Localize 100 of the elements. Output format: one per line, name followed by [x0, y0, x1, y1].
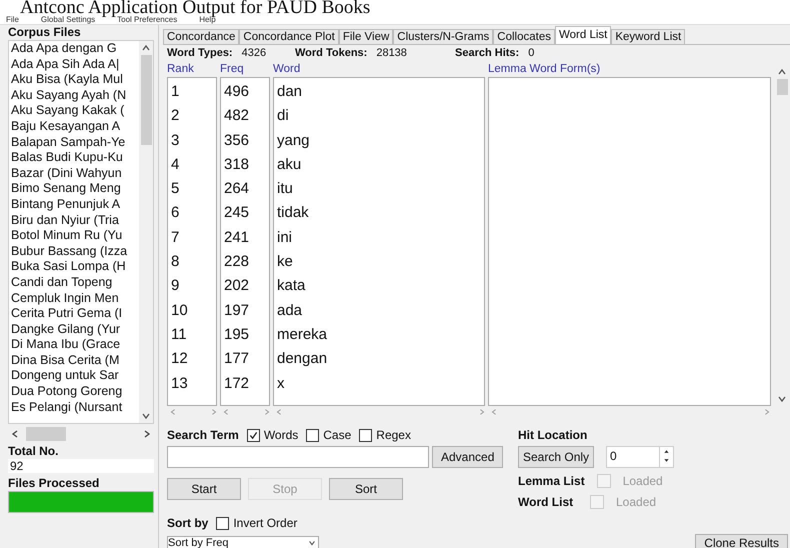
tab[interactable]: Collocates [493, 29, 555, 44]
sort-by-label: Sort by [167, 516, 208, 530]
corpus-entry[interactable]: Bintang Penunjuk A [11, 196, 139, 213]
table-cell-text: 202 [224, 276, 250, 296]
scroll-down-icon[interactable] [141, 411, 151, 421]
checkbox-label: Case [323, 428, 352, 442]
search-field[interactable] [167, 446, 429, 468]
scroll-left-icon[interactable] [10, 429, 20, 439]
scroll-thumb[interactable] [140, 55, 152, 145]
table-cell-text: 228 [224, 252, 250, 272]
tab[interactable]: Clusters/N-Grams [393, 29, 494, 44]
table-cell-text: 245 [224, 203, 250, 224]
corpus-entry[interactable]: Dongeng untuk Sar [11, 368, 139, 384]
stat-value: 4326 [242, 46, 266, 61]
corpus-entry[interactable]: Dua Potong Goreng [11, 384, 139, 400]
list-label: Lemma List [518, 474, 585, 488]
table-cell-text: kata [277, 276, 306, 296]
status-label: Loaded [622, 474, 663, 488]
tab[interactable]: Concordance Plot [239, 29, 339, 44]
menu-item[interactable]: Tool Preferences [117, 16, 178, 24]
table-cell-text: di [277, 106, 290, 126]
increment-icon[interactable] [662, 448, 672, 455]
scroll-up-icon[interactable] [141, 43, 151, 53]
menu-item[interactable]: Help [199, 16, 216, 24]
table-cell-text: mereka [277, 324, 328, 345]
corpus-entry[interactable]: Es Pelangi (Nursant [11, 400, 139, 416]
corpus-entry[interactable]: Cempluk Ingin Men [11, 290, 139, 306]
stat-label: Word Types: [167, 46, 233, 61]
table-cell-text: 3 [171, 130, 180, 151]
table-cell-text: 12 [171, 349, 189, 370]
checkbox-label: Regex [376, 428, 411, 442]
corpus-entry[interactable]: Balas Budi Kupu-Ku [11, 150, 139, 166]
spinner-value: 0 [609, 448, 617, 465]
action-button[interactable]: Start [167, 478, 241, 500]
tab[interactable]: File View [338, 29, 394, 44]
table-cell-text: dengan [277, 349, 328, 370]
corpus-entry[interactable]: Botol Minum Ru (Yu [11, 228, 139, 244]
corpus-entry[interactable]: Aku Bisa (Kayla Mul [11, 72, 139, 88]
table-cell-text: 10 [171, 300, 189, 321]
corpus-entry[interactable]: Di Mana Ibu (Grace [11, 337, 139, 353]
table-cell-text: ini [277, 228, 294, 248]
column-header[interactable]: Freq [220, 61, 270, 77]
table-cell-text: 177 [224, 349, 250, 370]
table-cell-text: 1 [171, 82, 180, 102]
corpus-entry[interactable]: Buka Sasi Lompa (H [11, 259, 139, 275]
table-cell-text: 6 [171, 203, 180, 224]
tab[interactable]: Keyword List [611, 29, 686, 44]
column-header[interactable]: Word [273, 61, 485, 77]
list-label: Word List [518, 495, 574, 509]
decrement-icon[interactable] [662, 457, 672, 464]
corpus-entry[interactable]: Baju Kesayangan A [11, 118, 139, 135]
table-cell-text: x [277, 374, 286, 394]
corpus-entry[interactable]: Bazar (Dini Wahyun [11, 166, 139, 182]
stat-label: Word Tokens: [295, 46, 368, 61]
corpus-entry[interactable]: Aku Sayang Kakak ( [11, 103, 139, 119]
panel-label: Corpus Files [8, 25, 82, 40]
scroll-thumb[interactable] [776, 79, 788, 95]
checkbox[interactable] [359, 428, 372, 442]
menu-item[interactable]: Global Settings [40, 16, 96, 24]
scroll-thumb[interactable] [26, 427, 66, 441]
corpus-entry[interactable]: Cerita Putri Gema (I [11, 306, 139, 322]
corpus-entry[interactable]: Biru dan Nyiur (Tria [11, 212, 139, 228]
column-header[interactable]: Lemma Word Form(s) [488, 61, 771, 77]
table-cell-text: 482 [224, 106, 250, 126]
scroll-right-icon[interactable] [142, 429, 152, 439]
corpus-entry[interactable]: Bubur Bassang (Izza [11, 244, 139, 260]
table-cell-text: 5 [171, 179, 180, 200]
table-cell-text: 4 [171, 154, 180, 175]
table-cell-text: 7 [171, 228, 180, 248]
corpus-entry[interactable]: Balapan Sampah-Ye [11, 134, 139, 150]
scroll-down-icon[interactable] [777, 394, 787, 404]
table-cell-text: 496 [224, 82, 250, 102]
table-cell-text: ke [277, 252, 294, 272]
checkbox[interactable] [216, 516, 230, 530]
corpus-entry[interactable]: Bimo Senang Meng [11, 181, 139, 197]
action-button[interactable]: Sort [329, 478, 403, 500]
corpus-entry[interactable]: Dangke Gilang (Yur [11, 322, 139, 338]
table-cell-text: ada [277, 300, 304, 321]
tab[interactable]: Concordance [163, 29, 240, 44]
corpus-entry[interactable]: Candi dan Topeng [11, 274, 139, 290]
stat-value: 0 [528, 46, 534, 61]
processed-label: Files Processed [8, 476, 100, 491]
scroll-up-icon[interactable] [777, 67, 787, 77]
advanced-button[interactable]: Advanced [432, 446, 504, 468]
sort-dropdown[interactable]: Sort by Freq [167, 536, 319, 548]
checkbox[interactable] [306, 428, 320, 442]
corpus-entry[interactable]: Aku Sayang Ayah (N [11, 88, 139, 104]
search-only-button[interactable]: Search Only [518, 446, 594, 468]
corpus-entry[interactable]: Dina Bisa Cerita (M [11, 352, 139, 368]
corpus-entry[interactable]: Ada Apa dengan G [11, 41, 139, 57]
menu-item[interactable]: File [6, 16, 19, 24]
table-cell-text: tidak [277, 203, 310, 224]
number-spinner[interactable]: 0 [606, 446, 674, 468]
table-cell-text: aku [277, 154, 302, 175]
column-header[interactable]: Rank [167, 61, 217, 77]
corpus-entry[interactable]: Ada Apa Sih Ada A| [11, 56, 139, 72]
clone-results-button[interactable]: Clone Results [695, 534, 788, 548]
stat-label: Search Hits: [455, 46, 520, 61]
tab[interactable]: Word List [555, 26, 612, 44]
search-term-label: Search Term [167, 428, 239, 442]
